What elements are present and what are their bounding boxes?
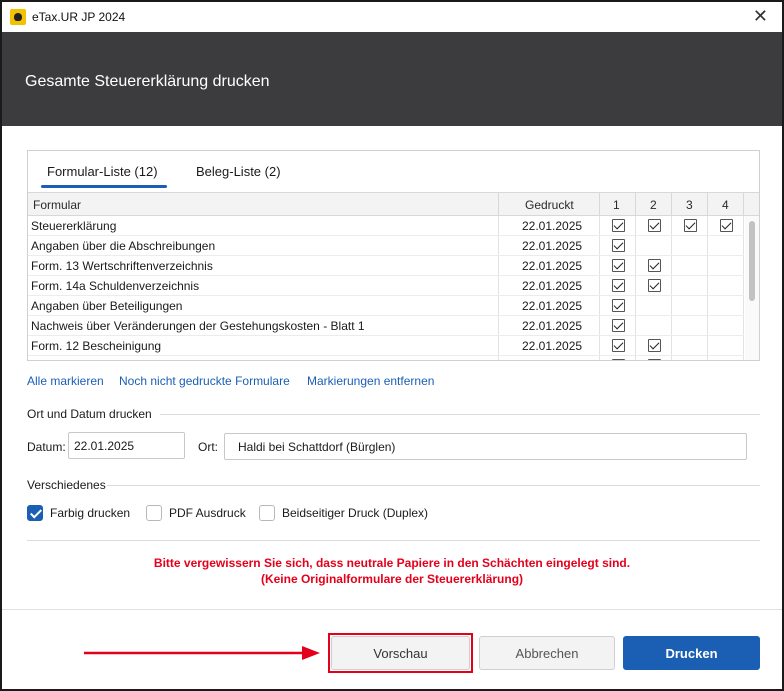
copy-4-checkbox[interactable]	[720, 219, 733, 232]
table-row[interactable]: Steuererklärung 22.01.2025	[28, 216, 744, 236]
form-list-panel: Formular-Liste (12) Beleg-Liste (2) Form…	[27, 150, 760, 361]
remove-marks-link[interactable]: Markierungen entfernen	[307, 374, 434, 388]
copy-1-checkbox[interactable]	[612, 219, 625, 232]
copy-1-checkbox[interactable]	[612, 339, 625, 352]
copy-1-checkbox[interactable]	[612, 279, 625, 292]
tab-count: (2)	[264, 164, 281, 179]
date-input[interactable]	[68, 432, 185, 459]
tab-beleg-liste[interactable]: Beleg-Liste (2)	[196, 164, 281, 179]
divider	[27, 540, 760, 541]
page-title: Gesamte Steuererklärung drucken	[25, 73, 270, 90]
print-button[interactable]: Drucken	[623, 636, 760, 670]
preview-highlight-box	[328, 633, 473, 673]
color-print-checkbox[interactable]	[27, 505, 43, 521]
window-title: eTax.UR JP 2024	[32, 10, 126, 24]
mark-unprinted-link[interactable]: Noch nicht gedruckte Formulare	[119, 374, 290, 388]
column-header-formular[interactable]: Formular	[33, 198, 81, 212]
pdf-print-checkbox[interactable]	[146, 505, 162, 521]
copy-3-checkbox[interactable]	[684, 219, 697, 232]
dialog-header: Gesamte Steuererklärung drucken	[2, 32, 782, 126]
copy-2-checkbox[interactable]	[648, 259, 661, 272]
scrollbar-thumb[interactable]	[749, 221, 755, 301]
tab-label: Formular-Liste	[47, 164, 131, 179]
tab-bar: Formular-Liste (12) Beleg-Liste (2)	[28, 151, 759, 191]
copy-2-checkbox[interactable]	[648, 339, 661, 352]
form-name: Nachweis über Veränderungen der Gestehun…	[31, 319, 365, 333]
copy-1-checkbox[interactable]	[612, 319, 625, 332]
active-tab-indicator	[41, 185, 167, 188]
place-input[interactable]	[224, 433, 747, 460]
red-arrow-annotation	[84, 646, 320, 660]
footer-divider	[2, 609, 782, 610]
printed-date: 22.01.2025	[522, 339, 583, 353]
duplex-label[interactable]: Beidseitiger Druck (Duplex)	[282, 506, 428, 520]
form-name: Steuererklärung	[31, 219, 117, 233]
duplex-checkbox[interactable]	[259, 505, 275, 521]
form-name: Angaben über Beteiligungen	[31, 299, 183, 313]
table-header: Formular Gedruckt 1 2 3 4	[28, 192, 759, 217]
table-row[interactable]: Angaben über Beteiligungen 22.01.2025	[28, 296, 744, 316]
form-name: Form. 13 Wertschriftenverzeichnis	[31, 259, 213, 273]
copy-2-checkbox[interactable]	[648, 279, 661, 292]
divider	[160, 414, 760, 415]
printed-date: 22.01.2025	[522, 239, 583, 253]
paper-warning-line-1: Bitte vergewissern Sie sich, dass neutra…	[153, 556, 631, 570]
section-place-date: Ort und Datum drucken	[27, 407, 152, 421]
cancel-button[interactable]: Abbrechen	[479, 636, 615, 670]
table-row[interactable]: Angaben über die Abschreibungen 22.01.202…	[28, 236, 744, 256]
close-icon[interactable]: ✕	[753, 5, 768, 27]
column-header-3[interactable]: 3	[686, 198, 693, 212]
date-label: Datum:	[27, 440, 66, 454]
form-table-body: Steuererklärung 22.01.2025 Angaben über di…	[28, 216, 744, 360]
table-row[interactable]: Form. 14a Schuldenverzeichnis 22.01.2025	[28, 276, 744, 296]
table-row[interactable]	[28, 356, 744, 360]
print-dialog-window: eTax.UR JP 2024 ✕ Gesamte Steuererklärun…	[0, 0, 784, 691]
column-header-gedruckt[interactable]: Gedruckt	[525, 198, 574, 212]
app-logo-icon	[10, 9, 26, 25]
tab-formular-liste[interactable]: Formular-Liste (12)	[47, 164, 158, 179]
copy-1-checkbox[interactable]	[612, 239, 625, 252]
color-print-label[interactable]: Farbig drucken	[50, 506, 130, 520]
section-misc: Verschiedenes	[27, 478, 106, 492]
form-name: Angaben über die Abschreibungen	[31, 239, 216, 253]
table-row[interactable]: Form. 12 Bescheinigung 22.01.2025	[28, 336, 744, 356]
copy-2-checkbox[interactable]	[648, 219, 661, 232]
column-header-2[interactable]: 2	[650, 198, 657, 212]
copy-1-checkbox[interactable]	[612, 299, 625, 312]
tab-count: (12)	[134, 164, 158, 179]
printed-date: 22.01.2025	[522, 299, 583, 313]
copy-1-checkbox[interactable]	[612, 359, 625, 360]
paper-warning-line-2: (Keine Originalformulare der Steuererklä…	[260, 572, 524, 586]
column-header-1[interactable]: 1	[613, 198, 620, 212]
copy-1-checkbox[interactable]	[612, 259, 625, 272]
table-row[interactable]: Nachweis über Veränderungen der Gestehun…	[28, 316, 744, 336]
copy-2-checkbox[interactable]	[648, 359, 661, 360]
form-name: Form. 14a Schuldenverzeichnis	[31, 279, 200, 293]
form-name: Form. 12 Bescheinigung	[31, 339, 162, 353]
printed-date: 22.01.2025	[522, 219, 583, 233]
pdf-print-label[interactable]: PDF Ausdruck	[169, 506, 246, 520]
tab-label: Beleg-Liste	[196, 164, 262, 179]
place-label: Ort:	[198, 440, 218, 454]
table-row[interactable]: Form. 13 Wertschriftenverzeichnis 22.01.2…	[28, 256, 744, 276]
printed-date: 22.01.2025	[522, 319, 583, 333]
mark-all-link[interactable]: Alle markieren	[27, 374, 104, 388]
printed-date: 22.01.2025	[522, 279, 583, 293]
title-bar: eTax.UR JP 2024 ✕	[2, 2, 782, 32]
column-header-4[interactable]: 4	[722, 198, 729, 212]
printed-date: 22.01.2025	[522, 259, 583, 273]
divider	[107, 485, 760, 486]
